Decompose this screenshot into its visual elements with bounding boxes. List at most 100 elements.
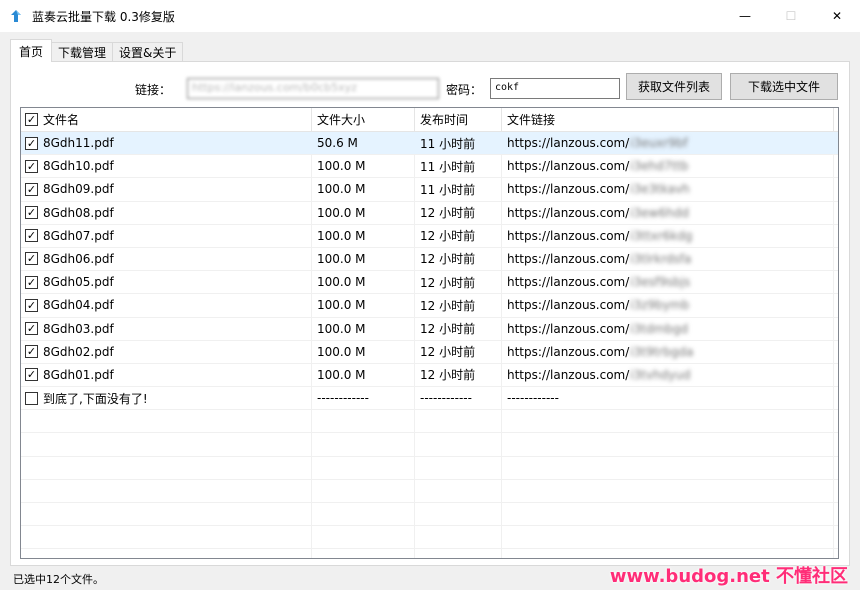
select-all-checkbox[interactable]: ✓ [25,113,38,126]
empty-row [21,503,838,527]
tab-settings-about[interactable]: 设置&关于 [112,42,184,62]
cell-time: 12 小时前 [420,345,476,360]
row-checkbox[interactable]: ✓ [25,298,38,312]
minimize-button[interactable]: — [722,0,768,32]
cell-size: 100.0 M [317,298,366,313]
cell-filename: ✓ 8Gdh03.pdf [25,318,114,340]
app-icon [8,8,24,24]
filename-text: 8Gdh06.pdf [43,251,114,266]
link-text: https://lanzous.com/ [507,136,630,150]
filename-text: 8Gdh08.pdf [43,205,114,220]
table-row[interactable]: ✓ 8Gdh02.pdf 100.0 M 12 小时前 https://lanzous.… [21,341,838,364]
cell-link: https://lanzous.com/i3z9bymb [507,294,689,316]
row-checkbox[interactable]: ✓ [25,368,38,382]
link-text: https://lanzous.com/ [507,275,630,290]
filename-text: 8Gdh11.pdf [43,136,114,150]
empty-row [21,457,838,480]
status-text: 已选中12个文件。 [13,573,104,586]
table-row[interactable]: ✓ 8Gdh09.pdf 100.0 M 11 小时前 https://lanzous.… [21,178,838,202]
table-row[interactable]: ✓ 8Gdh07.pdf 100.0 M 12 小时前 https://lanzous.… [21,225,838,248]
cell-filename: ✓ 8Gdh01.pdf [25,364,114,386]
filename-text: 8Gdh01.pdf [43,367,114,382]
cell-time: 12 小时前 [420,368,476,383]
row-checkbox[interactable] [25,391,38,405]
cell-filename: ✓ 8Gdh09.pdf [25,178,114,200]
title-bar: 蓝奏云批量下载 0.3修复版 — ☐ ✕ [0,0,860,32]
empty-row [21,480,838,503]
table-row[interactable]: ✓ 8Gdh05.pdf 100.0 M 12 小时前 https://lanzous.… [21,271,838,295]
table-body: ✓ 8Gdh11.pdf 50.6 M 11 小时前 https://lanzous.c… [21,132,838,558]
maximize-button[interactable]: ☐ [768,0,814,32]
table-row[interactable]: 到底了,下面没有了! ------------ ------------ ------… [21,387,838,411]
cell-size: 100.0 M [317,275,366,290]
cell-link: https://lanzous.com/i3ew6hdd [507,202,689,224]
table-header: ✓ 文件名 文件大小 发布时间 文件链接 [21,108,838,132]
row-checkbox[interactable]: ✓ [25,206,38,220]
row-checkbox[interactable]: ✓ [25,345,38,359]
link-text: https://lanzous.com/ [507,251,630,266]
fetch-file-list-button[interactable]: 获取文件列表 [626,73,722,100]
cell-time: 11 小时前 [420,136,476,151]
filename-text: 8Gdh10.pdf [43,159,114,174]
link-text: https://lanzous.com/ [507,321,630,336]
cell-time: ------------ [420,391,472,406]
cell-size: ------------ [317,391,369,406]
cell-link: https://lanzous.com/i3tdmbgd [507,318,688,340]
tab-download-manager[interactable]: 下载管理 [51,42,114,62]
cell-time: 12 小时前 [420,275,476,290]
cell-filename: 到底了,下面没有了! [25,387,148,409]
link-input[interactable]: https://lanzous.com/b0cb5xyz [187,78,439,99]
link-blurred-id: i3e3tkavh [630,182,690,197]
password-label: 密码： [446,83,483,97]
row-checkbox[interactable]: ✓ [25,136,38,150]
link-text: https://lanzous.com/ [507,228,630,243]
link-blurred-id: i3tdmbgd [630,321,689,336]
password-input[interactable]: cokf [490,78,620,99]
cell-link: https://lanzous.com/i3tlrkrdsfa [507,248,691,270]
header-size[interactable]: 文件大小 [317,108,365,131]
link-text: https://lanzous.com/ [507,367,630,382]
cell-filename: ✓ 8Gdh08.pdf [25,202,114,224]
link-blurred-id: i3euxr9bf [630,136,688,150]
table-row[interactable]: ✓ 8Gdh06.pdf 100.0 M 12 小时前 https://lanzous.… [21,248,838,272]
row-checkbox[interactable]: ✓ [25,275,38,289]
close-button[interactable]: ✕ [814,0,860,32]
link-text: ------------ [507,391,559,406]
cell-time: 12 小时前 [420,206,476,221]
table-row[interactable]: ✓ 8Gdh03.pdf 100.0 M 12 小时前 https://lanzous.… [21,318,838,341]
cell-size: 100.0 M [317,205,366,220]
filename-text: 8Gdh03.pdf [43,321,114,336]
link-blurred-id: i3ew6hdd [630,205,689,220]
row-checkbox[interactable]: ✓ [25,229,38,243]
cell-filename: ✓ 8Gdh05.pdf [25,271,114,293]
header-filename[interactable]: ✓ 文件名 [25,108,79,131]
table-row[interactable]: ✓ 8Gdh01.pdf 100.0 M 12 小时前 https://lanzous.… [21,364,838,388]
header-time[interactable]: 发布时间 [420,108,468,131]
row-checkbox[interactable]: ✓ [25,322,38,335]
cell-link: https://lanzous.com/i3t9trbgda [507,341,693,363]
row-checkbox[interactable]: ✓ [25,182,38,196]
link-blurred-id: i3esf9sbjs [630,275,691,290]
filename-text: 8Gdh02.pdf [43,344,114,359]
row-checkbox[interactable]: ✓ [25,159,38,173]
header-link[interactable]: 文件链接 [507,108,555,131]
download-selected-button[interactable]: 下载选中文件 [730,73,838,100]
table-row[interactable]: ✓ 8Gdh04.pdf 100.0 M 12 小时前 https://lanzous.… [21,294,838,318]
filename-text: 8Gdh07.pdf [43,228,114,243]
cell-filename: ✓ 8Gdh07.pdf [25,225,114,247]
link-label: 链接： [135,83,172,97]
cell-filename: ✓ 8Gdh02.pdf [25,341,114,363]
link-blurred-id: i3tlrkrdsfa [630,251,692,266]
row-checkbox[interactable]: ✓ [25,252,38,266]
watermark: www.budog.net 不懂社区 [609,566,848,587]
table-row[interactable]: ✓ 8Gdh11.pdf 50.6 M 11 小时前 https://lanzous.c… [21,132,838,156]
table-row[interactable]: ✓ 8Gdh10.pdf 100.0 M 11 小时前 https://lanzous.… [21,155,838,179]
cell-size: 100.0 M [317,228,366,243]
tab-home[interactable]: 首页 [10,39,53,62]
table-row[interactable]: ✓ 8Gdh08.pdf 100.0 M 12 小时前 https://lanzous.… [21,202,838,225]
cell-filename: ✓ 8Gdh06.pdf [25,248,114,270]
cell-filename: ✓ 8Gdh11.pdf [25,132,114,154]
link-text: https://lanzous.com/ [507,182,630,197]
window-title: 蓝奏云批量下载 0.3修复版 [32,9,175,24]
filename-text: 8Gdh09.pdf [43,182,114,197]
